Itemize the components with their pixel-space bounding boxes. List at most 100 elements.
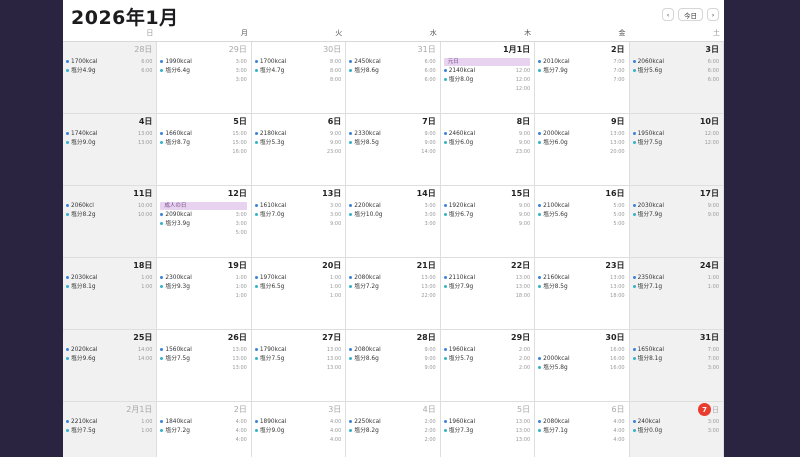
- day-cell[interactable]: 12日 成人の日 2090kcal 3:00 塩分3.9g 3:00 5:00: [157, 186, 252, 258]
- calendar-event[interactable]: 1890kcal 4:00: [252, 418, 345, 427]
- day-cell[interactable]: 10日 1950kcal 12:00 塩分7.5g 12:00: [629, 114, 724, 186]
- calendar-event[interactable]: 1840kcal 4:00: [157, 418, 250, 427]
- calendar-event[interactable]: 2300kcal 1:00: [157, 274, 250, 283]
- day-cell[interactable]: 23日 2160kcal 13:00 塩分8.5g 13:00 18:00: [535, 258, 630, 330]
- day-cell[interactable]: 2月1日 2210kcal 1:00 塩分7.5g 1:00: [63, 402, 158, 457]
- calendar-event[interactable]: 2350kcal 1:00: [630, 274, 723, 283]
- day-cell[interactable]: 20日 1970kcal 1:00 塩分6.5g 1:00 1:00: [251, 258, 347, 330]
- day-cell[interactable]: 31日 2450kcal 6:00 塩分8.6g 6:00 6:00: [346, 42, 441, 114]
- calendar-event[interactable]: 2060kcal 6:00: [630, 58, 723, 67]
- day-cell[interactable]: 2日 2010kcal 7:00 塩分7.9g 7:00 7:00: [535, 42, 630, 114]
- calendar-event[interactable]: 2030kcal 1:00: [63, 274, 156, 283]
- calendar-event[interactable]: 塩分5.7g 2:00: [441, 355, 534, 364]
- day-cell[interactable]: 3日 2060kcal 6:00 塩分5.6g 6:00 6:00: [629, 42, 724, 114]
- calendar-event[interactable]: 2250kcal 2:00: [346, 418, 439, 427]
- calendar-event[interactable]: 1950kcal 12:00: [630, 130, 723, 139]
- calendar-event[interactable]: 塩分8.7g 15:00: [157, 139, 250, 148]
- calendar-event[interactable]: 塩分6.4g 3:00: [157, 67, 250, 76]
- day-cell[interactable]: 7日 2330kcal 9:00 塩分8.5g 9:00 14:00: [346, 114, 441, 186]
- holiday-event[interactable]: 元日: [443, 58, 531, 66]
- day-cell[interactable]: 13日 1610kcal 3:00 塩分7.0g 3:00 9:00: [251, 186, 347, 258]
- day-cell[interactable]: 30日 1700kcal 8:00 塩分4.7g 8:00 8:00: [251, 42, 347, 114]
- calendar-event[interactable]: 1970kcal 1:00: [252, 274, 345, 283]
- day-cell[interactable]: 27日 1790kcal 13:00 塩分7.5g 13:00 13:00: [251, 330, 347, 402]
- calendar-event[interactable]: 2000kcal 16:00: [535, 355, 628, 364]
- day-cell[interactable]: 9日 2000kcal 13:00 塩分6.0g 13:00 20:00: [535, 114, 630, 186]
- calendar-event[interactable]: 2090kcal 3:00: [157, 211, 250, 220]
- day-cell[interactable]: 31日 1650kcal 7:00 塩分8.1g 7:00 3:00: [629, 330, 724, 402]
- calendar-event[interactable]: 1960kcal 13:00: [441, 418, 534, 427]
- calendar-event[interactable]: 塩分7.9g 7:00: [535, 67, 628, 76]
- calendar-event[interactable]: 塩分6.5g 1:00: [252, 283, 345, 292]
- calendar-event[interactable]: 1990kcal 3:00: [157, 58, 250, 67]
- calendar-event[interactable]: 塩分10.0g 3:00: [346, 211, 439, 220]
- calendar-event[interactable]: 塩分8.6g 6:00: [346, 67, 439, 76]
- calendar-event[interactable]: 2160kcal 13:00: [535, 274, 628, 283]
- calendar-event[interactable]: 2450kcal 6:00: [346, 58, 439, 67]
- calendar-event[interactable]: 1740kcal 13:00: [63, 130, 156, 139]
- day-cell[interactable]: 26日 1560kcal 13:00 塩分7.5g 13:00 13:00: [157, 330, 252, 402]
- calendar-event[interactable]: 1610kcal 3:00: [252, 202, 345, 211]
- calendar-event[interactable]: 塩分7.5g 12:00: [630, 139, 723, 148]
- day-cell[interactable]: 19日 2300kcal 1:00 塩分9.3g 1:00 1:00: [157, 258, 252, 330]
- calendar-event[interactable]: 塩分7.1g 4:00: [535, 427, 628, 436]
- calendar-event[interactable]: 塩分6.0g 9:00: [441, 139, 534, 148]
- calendar-event[interactable]: 塩分5.3g 9:00: [252, 139, 345, 148]
- calendar-event[interactable]: 塩分7.5g 13:00: [252, 355, 345, 364]
- today-button[interactable]: 今日: [678, 8, 703, 21]
- calendar-event[interactable]: 塩分4.7g 8:00: [252, 67, 345, 76]
- calendar-event[interactable]: 塩分8.1g 7:00: [630, 355, 723, 364]
- calendar-event[interactable]: 2030kcal 9:00: [630, 202, 723, 211]
- calendar-event[interactable]: 塩分5.6g 5:00: [535, 211, 628, 220]
- day-cell[interactable]: 16日 2100kcal 5:00 塩分5.6g 5:00 5:00: [535, 186, 630, 258]
- day-cell[interactable]: 24日 2350kcal 1:00 塩分7.1g 1:00: [629, 258, 724, 330]
- day-cell[interactable]: 6日 2180kcal 9:00 塩分5.3g 9:00 23:00: [251, 114, 347, 186]
- calendar-event[interactable]: 塩分8.6g 9:00: [346, 355, 439, 364]
- calendar-event[interactable]: 2060kcl 10:00: [63, 202, 156, 211]
- calendar-event[interactable]: 2080kcal 13:00: [346, 274, 439, 283]
- prev-month-button[interactable]: ‹: [662, 8, 674, 21]
- calendar-event[interactable]: 塩分8.1g 1:00: [63, 283, 156, 292]
- calendar-event[interactable]: 塩分7.5g 13:00: [157, 355, 250, 364]
- calendar-event[interactable]: 2210kcal 1:00: [63, 418, 156, 427]
- calendar-event[interactable]: 2000kcal 13:00: [535, 130, 628, 139]
- holiday-event[interactable]: 成人の日: [160, 202, 247, 210]
- day-cell[interactable]: 4日 1740kcal 13:00 塩分9.0g 13:00: [63, 114, 158, 186]
- calendar-event[interactable]: 2180kcal 9:00: [252, 130, 345, 139]
- calendar-event[interactable]: 塩分7.5g 1:00: [63, 427, 156, 436]
- calendar-event[interactable]: 2010kcal 7:00: [535, 58, 628, 67]
- calendar-event[interactable]: 1920kcal 9:00: [441, 202, 534, 211]
- day-cell[interactable]: 5日 1960kcal 13:00 塩分7.3g 13:00 13:00: [441, 402, 536, 457]
- calendar-event[interactable]: 塩分8.2g 10:00: [63, 211, 156, 220]
- calendar-event[interactable]: 塩分7.1g 1:00: [630, 283, 723, 292]
- next-month-button[interactable]: ›: [707, 8, 719, 21]
- calendar-event[interactable]: 塩分7.2g 4:00: [157, 427, 250, 436]
- calendar-event[interactable]: 塩分6.7g 9:00: [441, 211, 534, 220]
- calendar-event[interactable]: 塩分7.0g 3:00: [252, 211, 345, 220]
- day-cell[interactable]: 5日 1660kcal 15:00 塩分8.7g 15:00 16:00: [157, 114, 252, 186]
- calendar-event[interactable]: 塩分4.9g 6:00: [63, 67, 156, 76]
- calendar-event[interactable]: 2020kcal 14:00: [63, 346, 156, 355]
- day-cell[interactable]: 25日 2020kcal 14:00 塩分9.6g 14:00: [63, 330, 158, 402]
- calendar-event[interactable]: 塩分7.9g 13:00: [441, 283, 534, 292]
- calendar-event[interactable]: 2140kcal 12:00: [441, 67, 534, 76]
- calendar-event[interactable]: 2330kcal 9:00: [346, 130, 439, 139]
- calendar-event[interactable]: 1700kcal 8:00: [252, 58, 345, 67]
- calendar-event[interactable]: 塩分7.3g 13:00: [441, 427, 534, 436]
- calendar-event[interactable]: 塩分3.9g 3:00: [157, 220, 250, 229]
- day-cell[interactable]: 7 日 240kcal 3:00 塩分0.0g 3:00: [629, 402, 724, 457]
- day-cell[interactable]: 3日 1890kcal 4:00 塩分9.0g 4:00 4:00: [252, 402, 347, 457]
- day-cell[interactable]: 18日 2030kcal 1:00 塩分8.1g 1:00: [63, 258, 158, 330]
- day-cell[interactable]: 28日 1700kcal 6:00 塩分4.9g 6:00: [63, 42, 158, 114]
- day-cell[interactable]: 21日 2080kcal 13:00 塩分7.2g 13:00 22:00: [346, 258, 441, 330]
- calendar-event[interactable]: 1790kcal 13:00: [252, 346, 345, 355]
- day-cell[interactable]: 28日 2080kcal 9:00 塩分8.6g 9:00 9:00: [346, 330, 441, 402]
- day-cell[interactable]: 29日 1990kcal 3:00 塩分6.4g 3:00 3:00: [157, 42, 252, 114]
- calendar-event[interactable]: 塩分8.5g 9:00: [346, 139, 439, 148]
- calendar-event[interactable]: 塩分9.6g 14:00: [63, 355, 156, 364]
- day-cell[interactable]: 1月1日 元日 2140kcal 12:00 塩分8.0g 12:00 12:00: [440, 42, 536, 114]
- calendar-event[interactable]: 1650kcal 7:00: [630, 346, 723, 355]
- day-cell[interactable]: 6日 2080kcal 4:00 塩分7.1g 4:00 4:00: [535, 402, 630, 457]
- day-cell[interactable]: 17日 2030kcal 9:00 塩分7.9g 9:00: [629, 186, 724, 258]
- calendar-event[interactable]: 塩分0.0g 3:00: [630, 427, 723, 436]
